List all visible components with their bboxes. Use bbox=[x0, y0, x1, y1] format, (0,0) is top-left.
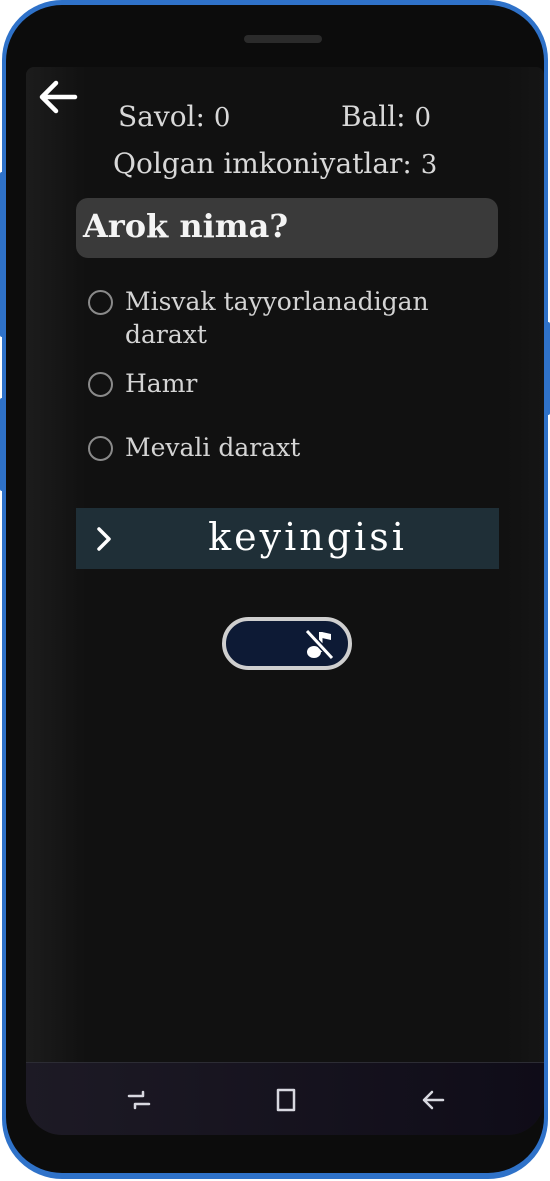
attempts-remaining: Qolgan imkoniyatlar: 3 bbox=[113, 147, 437, 180]
music-off-icon bbox=[304, 628, 334, 660]
system-nav-bar bbox=[26, 1062, 544, 1135]
answer-option-2[interactable]: Hamr bbox=[88, 367, 465, 400]
radio-button[interactable] bbox=[88, 290, 113, 315]
back-icon bbox=[422, 1090, 445, 1110]
home-button[interactable] bbox=[266, 1083, 306, 1117]
app-screen: Savol: 0 Ball: 0 Qolgan imkoniyatlar: 3 … bbox=[26, 67, 544, 1135]
radio-button[interactable] bbox=[88, 436, 113, 461]
answer-option-3[interactable]: Mevali daraxt bbox=[88, 431, 465, 464]
arrow-left-icon bbox=[39, 80, 78, 114]
recents-icon bbox=[127, 1090, 151, 1110]
power-key bbox=[544, 322, 550, 415]
next-button[interactable]: keyingisi bbox=[76, 508, 499, 569]
answer-option-label: Mevali daraxt bbox=[125, 433, 301, 462]
phone-body: Savol: 0 Ball: 0 Qolgan imkoniyatlar: 3 … bbox=[6, 5, 544, 1173]
answer-option-label: Misvak tayyorlanadigan daraxt bbox=[125, 287, 429, 349]
score-counter: Ball: 0 bbox=[341, 100, 431, 133]
answer-option-1[interactable]: Misvak tayyorlanadigan daraxt bbox=[88, 285, 465, 351]
sound-toggle[interactable] bbox=[222, 617, 352, 670]
question-text: Arok nima? bbox=[83, 207, 289, 245]
recents-button[interactable] bbox=[119, 1083, 159, 1117]
answer-option-label: Hamr bbox=[125, 369, 198, 398]
back-button[interactable] bbox=[36, 77, 80, 117]
earpiece-speaker bbox=[244, 35, 322, 43]
nav-back-button[interactable] bbox=[413, 1083, 453, 1117]
next-button-label: keyingisi bbox=[208, 515, 407, 559]
question-counter-value: 0 bbox=[213, 103, 231, 133]
attempts-label: Qolgan imkoniyatlar: bbox=[113, 147, 412, 180]
question-counter-label: Savol: bbox=[118, 100, 205, 133]
score-value: 0 bbox=[414, 103, 432, 133]
score-label: Ball: bbox=[341, 100, 406, 133]
home-icon bbox=[276, 1088, 296, 1112]
radio-button[interactable] bbox=[88, 372, 113, 397]
question-counter: Savol: 0 bbox=[118, 100, 230, 133]
attempts-value: 3 bbox=[420, 150, 438, 180]
question-card: Arok nima? bbox=[76, 198, 498, 258]
